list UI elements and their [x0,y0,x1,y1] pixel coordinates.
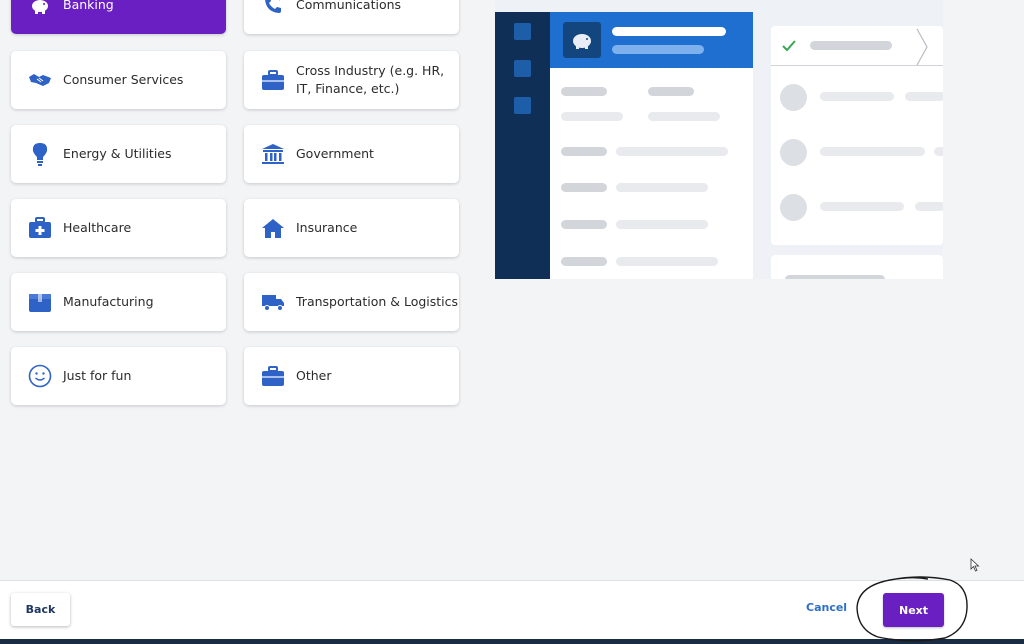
industry-tile-just-for-fun[interactable]: Just for fun [11,347,226,405]
briefcase-icon [261,68,285,92]
industry-label: Other [296,368,332,383]
box-icon [28,290,52,314]
industry-tile-banking[interactable]: Banking [11,0,226,34]
next-button[interactable]: Next [883,593,944,627]
smiley-icon [28,364,52,388]
preview-nav-square [514,97,531,114]
government-building-icon [261,142,285,166]
medical-kit-icon [28,216,52,240]
preview-nav-square [514,23,531,40]
piggy-bank-icon [28,0,52,17]
preview-nav-square [514,60,531,77]
industry-label: Just for fun [63,368,132,383]
wizard-footer: Back Cancel Next [0,580,1024,644]
piggy-bank-icon [563,22,601,58]
preview-list-header [550,12,753,68]
back-button[interactable]: Back [11,593,70,626]
industry-label: Government [296,146,374,161]
phone-icon [261,0,285,17]
truck-icon [261,290,285,314]
industry-label: Healthcare [63,220,132,235]
preview-step-header [771,26,943,66]
lightbulb-icon [28,142,52,166]
mouse-cursor-icon [970,558,980,572]
industry-label: Consumer Services [63,72,184,87]
industry-tile-other[interactable]: Other [244,347,459,405]
industry-tile-manufacturing[interactable]: Manufacturing [11,273,226,331]
industry-label: Insurance [296,220,358,235]
industry-tile-energy-utilities[interactable]: Energy & Utilities [11,125,226,183]
industry-label: Communications [296,0,402,12]
cancel-link[interactable]: Cancel [806,601,847,614]
industry-tile-insurance[interactable]: Insurance [244,199,459,257]
industry-tile-healthcare[interactable]: Healthcare [11,199,226,257]
industry-tile-consumer-services[interactable]: Consumer Services [11,51,226,109]
industry-label: Banking [63,0,114,12]
preview-detail-panel-lower [771,255,943,279]
briefcase-icon [261,364,285,388]
check-icon [782,40,796,52]
chevron-right-icon [916,28,928,66]
industry-label: Energy & Utilities [63,146,172,161]
industry-tile-transportation-logistics[interactable]: Transportation & Logistics [244,273,459,331]
app-preview-illustration [495,0,943,279]
handshake-icon [28,68,52,92]
preview-detail-panel [771,26,943,245]
house-icon [261,216,285,240]
industry-label: Transportation & Logistics [296,294,459,309]
preview-sidebar [495,12,550,279]
industry-tile-government[interactable]: Government [244,125,459,183]
industry-label: Cross Industry (e.g. HR, IT, Finance, et… [296,63,445,96]
industry-tile-cross-industry[interactable]: Cross Industry (e.g. HR, IT, Finance, et… [244,51,459,109]
industry-label: Manufacturing [63,294,154,309]
industry-tile-communications[interactable]: Communications [244,0,459,34]
preview-list-panel [550,12,753,279]
